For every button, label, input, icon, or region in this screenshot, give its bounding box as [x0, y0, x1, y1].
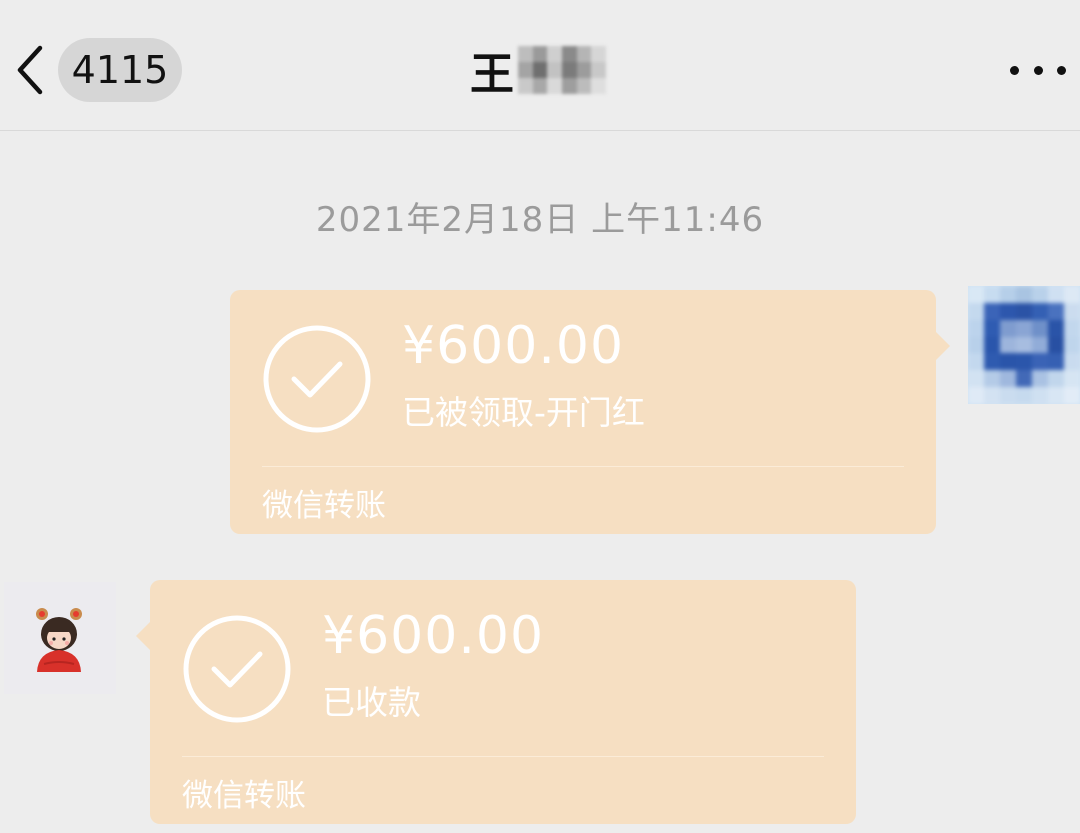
check-circle-icon	[182, 614, 292, 724]
chat-title-text: 王	[470, 49, 514, 100]
transfer-status: 已被领取-开门红	[402, 393, 645, 432]
chevron-left-icon[interactable]	[12, 42, 48, 98]
cartoon-girl-avatar-icon	[4, 582, 116, 694]
unread-count-badge[interactable]: 4115	[58, 38, 182, 102]
redacted-name-mosaic	[518, 46, 606, 94]
avatar[interactable]	[968, 286, 1080, 404]
bubble-divider	[262, 466, 904, 467]
chat-title: 王	[470, 40, 606, 100]
bubble-divider	[182, 756, 824, 757]
transfer-footer-label: 微信转账	[262, 488, 386, 524]
transfer-status: 已收款	[322, 683, 421, 722]
transfer-amount: ¥600.00	[402, 316, 625, 376]
message-timestamp: 2021年2月18日 上午11:46	[315, 200, 765, 240]
chat-header: 4115 王	[0, 0, 1080, 131]
bubble-tail	[936, 332, 950, 360]
more-horizontal-icon[interactable]	[1010, 58, 1066, 82]
transfer-bubble[interactable]: ¥600.00 已收款 微信转账	[136, 580, 856, 824]
transfer-footer-label: 微信转账	[182, 778, 306, 814]
transfer-amount: ¥600.00	[322, 606, 545, 666]
redacted-avatar-mosaic	[968, 286, 1080, 404]
avatar[interactable]	[4, 582, 116, 694]
check-circle-icon	[262, 324, 372, 434]
transfer-bubble[interactable]: ¥600.00 已被领取-开门红 微信转账	[230, 290, 950, 534]
bubble-tail	[136, 622, 150, 650]
